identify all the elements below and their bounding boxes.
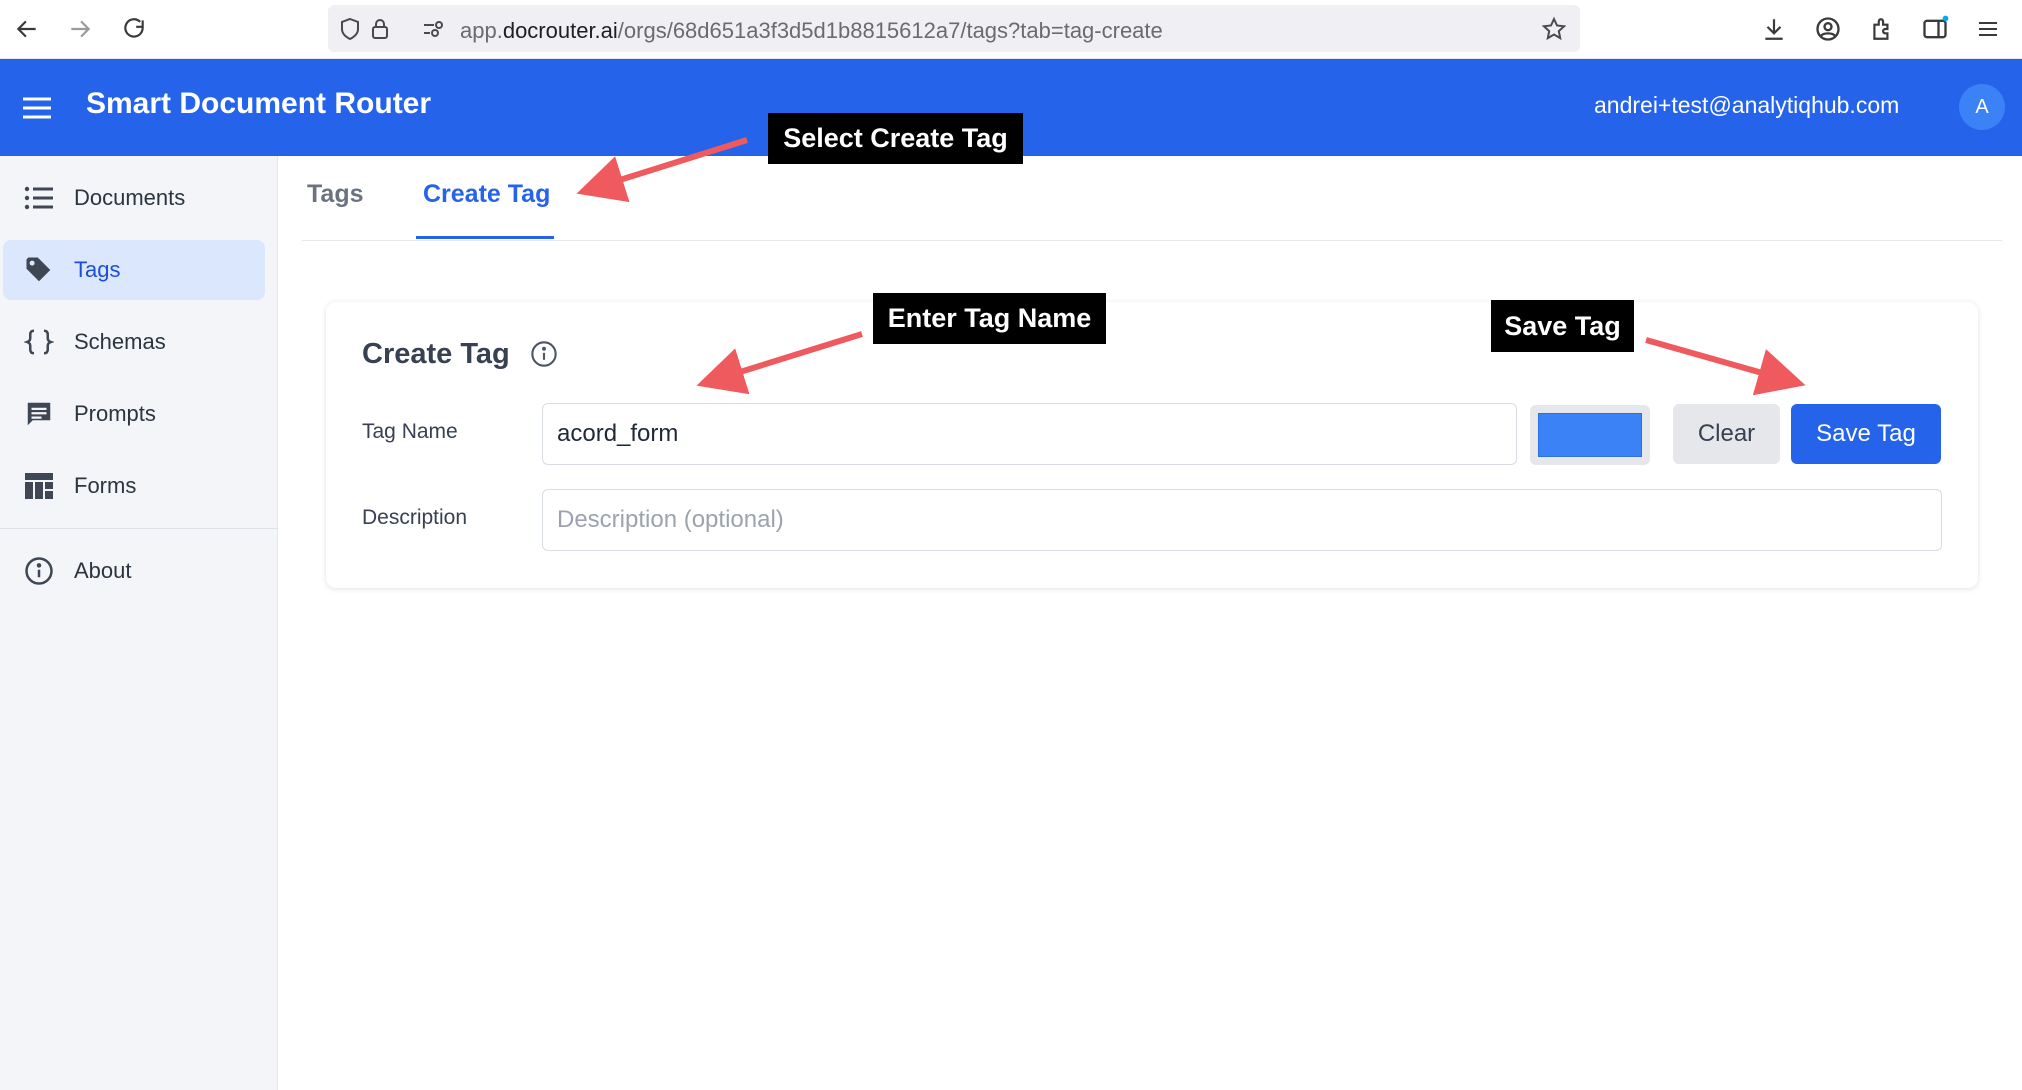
- sidebar-item-label: Prompts: [74, 401, 156, 426]
- download-icon[interactable]: [1758, 13, 1790, 45]
- back-icon[interactable]: [10, 12, 44, 46]
- address-bar[interactable]: app.docrouter.ai/orgs/68d651a3f3d5d1b881…: [328, 5, 1580, 52]
- tag-name-label: Tag Name: [362, 420, 458, 443]
- clear-button[interactable]: Clear: [1673, 404, 1780, 464]
- save-tag-button[interactable]: Save Tag: [1791, 404, 1941, 464]
- sidebar-item-forms[interactable]: Forms: [3, 456, 265, 516]
- shield-icon[interactable]: [338, 17, 362, 41]
- sidebar-divider: [0, 528, 278, 529]
- user-email[interactable]: andrei+test@analytiqhub.com: [1594, 92, 1899, 119]
- sidebar-item-label: Documents: [74, 185, 186, 210]
- info-icon[interactable]: [530, 340, 558, 368]
- site-permissions-icon[interactable]: [422, 17, 446, 41]
- braces-icon: [23, 326, 55, 358]
- url-text[interactable]: app.docrouter.ai/orgs/68d651a3f3d5d1b881…: [460, 18, 1163, 44]
- description-input[interactable]: Description (optional): [542, 489, 1942, 551]
- color-swatch: [1538, 413, 1642, 457]
- callout-enter-tag-name: Enter Tag Name: [873, 293, 1106, 344]
- sidebar-item-label: Tags: [74, 257, 121, 282]
- active-tab-indicator: [416, 236, 554, 239]
- sidebar: Documents Tags Schemas Prompts Forms Abo…: [0, 156, 278, 1090]
- create-tag-card: Create Tag Tag Name acord_form Clear Sav…: [326, 302, 1978, 588]
- card-title: Create Tag: [362, 338, 510, 370]
- account-icon[interactable]: [1812, 13, 1844, 45]
- sidebar-item-prompts[interactable]: Prompts: [3, 384, 265, 444]
- callout-select-create-tag: Select Create Tag: [768, 113, 1023, 164]
- bookmark-star-icon[interactable]: [1542, 16, 1566, 41]
- url-prefix: app.: [460, 18, 503, 43]
- extensions-icon[interactable]: [1866, 13, 1898, 45]
- sidebar-item-tags[interactable]: Tags: [3, 240, 265, 300]
- app-title[interactable]: Smart Document Router: [86, 87, 431, 121]
- reload-icon[interactable]: [117, 12, 151, 46]
- sidebar-toggle-icon[interactable]: [1919, 13, 1951, 45]
- tag-name-input[interactable]: acord_form: [542, 403, 1517, 465]
- sidebar-item-schemas[interactable]: Schemas: [3, 312, 265, 372]
- callout-save-tag: Save Tag: [1491, 300, 1634, 352]
- sidebar-item-label: Schemas: [74, 329, 166, 354]
- lock-icon[interactable]: [368, 17, 392, 41]
- dashboard-icon: [23, 470, 55, 502]
- color-picker[interactable]: [1530, 405, 1650, 465]
- list-icon: [23, 182, 55, 214]
- chat-icon: [23, 398, 55, 430]
- url-path: /orgs/68d651a3f3d5d1b8815612a7/tags?tab=…: [617, 18, 1163, 43]
- tab-create-tag[interactable]: Create Tag: [423, 180, 550, 209]
- tabs-divider: [302, 240, 2002, 241]
- tab-tags[interactable]: Tags: [307, 180, 364, 209]
- sidebar-item-documents[interactable]: Documents: [3, 168, 265, 228]
- tag-icon: [23, 254, 55, 286]
- sidebar-item-label: Forms: [74, 473, 137, 498]
- url-domain: docrouter.ai: [502, 18, 618, 43]
- hamburger-menu-icon[interactable]: [20, 93, 54, 123]
- sidebar-item-about[interactable]: About: [3, 541, 265, 601]
- menu-icon[interactable]: [1972, 13, 2004, 45]
- description-label: Description: [362, 506, 468, 529]
- sidebar-item-label: About: [74, 558, 132, 583]
- forward-icon[interactable]: [63, 12, 97, 46]
- browser-toolbar: app.docrouter.ai/orgs/68d651a3f3d5d1b881…: [0, 0, 2022, 59]
- avatar[interactable]: A: [1959, 84, 2005, 130]
- info-icon: [23, 555, 55, 587]
